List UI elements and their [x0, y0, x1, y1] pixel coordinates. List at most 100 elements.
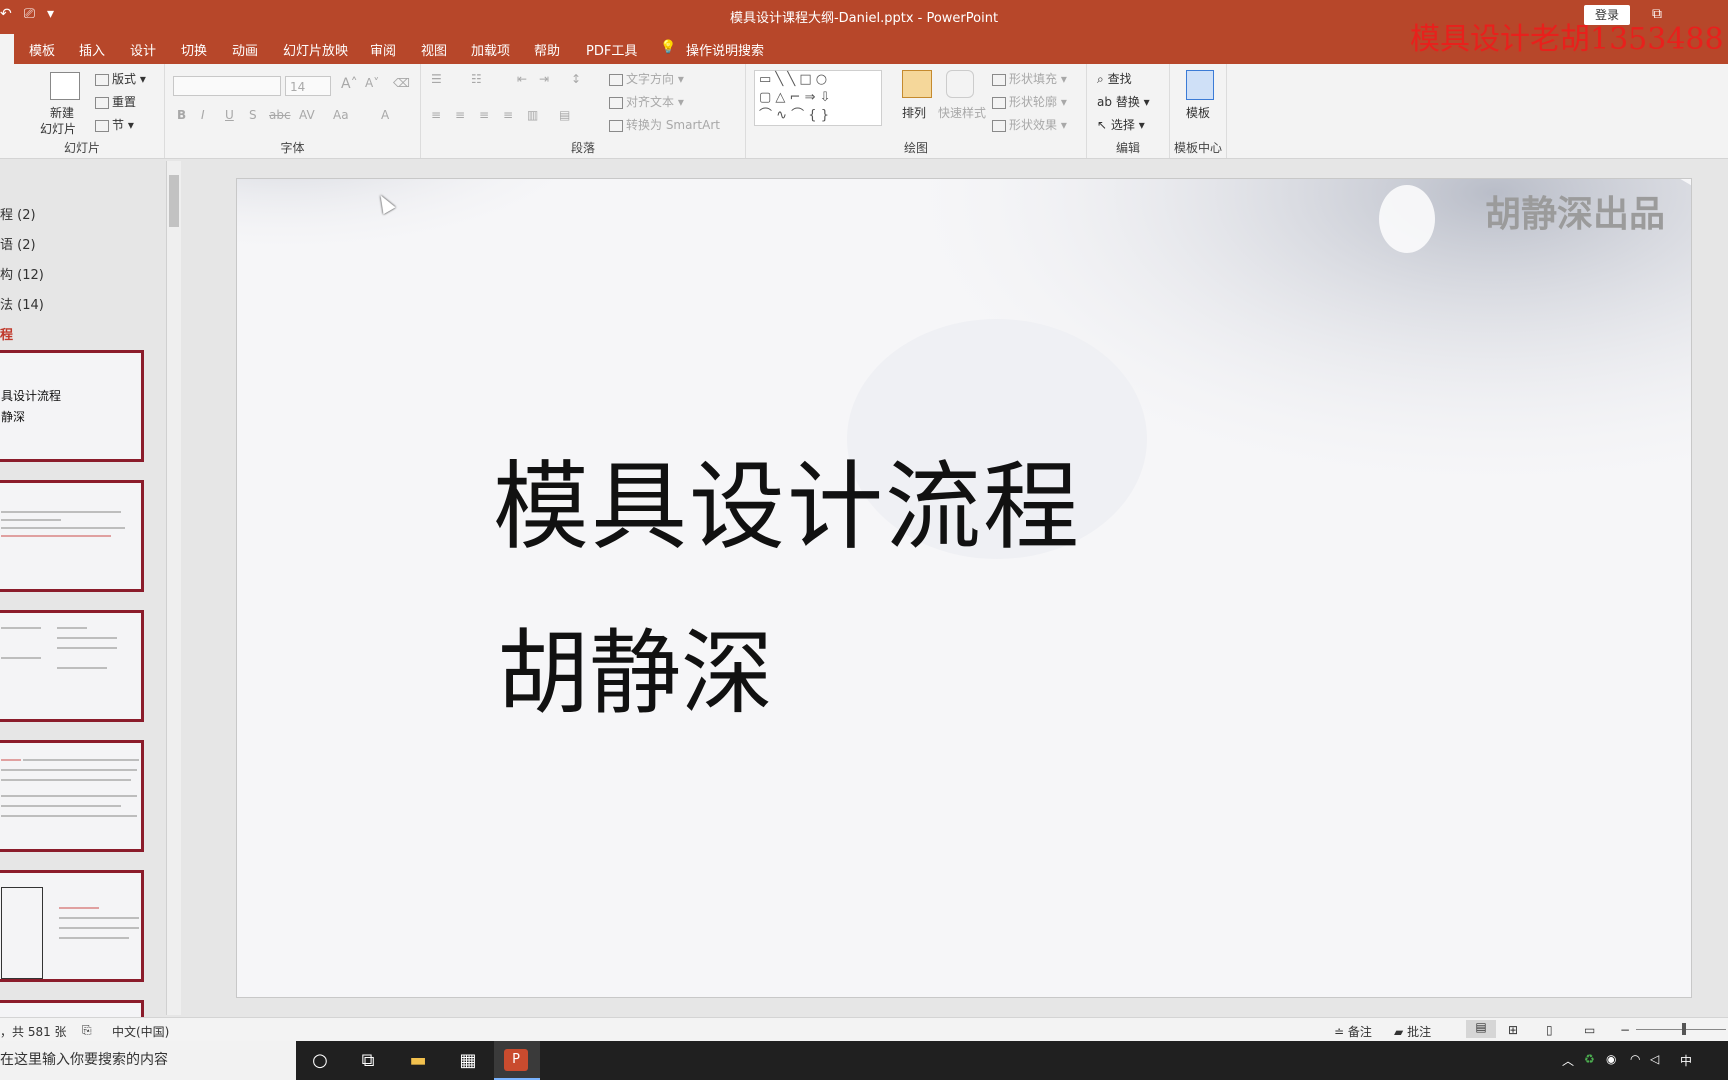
new-slide-button[interactable]: 新建	[50, 104, 74, 121]
layout-button[interactable]: 版式 ▾	[95, 70, 146, 87]
tab-animations[interactable]: 动画	[232, 40, 258, 59]
smartart-button[interactable]: 转换为 SmartArt	[609, 116, 720, 133]
arrange-icon[interactable]	[902, 70, 932, 98]
task-view-icon[interactable]: ⧉	[356, 1049, 380, 1073]
numbering-icon[interactable]: ☷	[471, 72, 482, 86]
underline-icon[interactable]: U	[225, 108, 234, 122]
tab-design[interactable]: 设计	[130, 40, 156, 59]
shrink-font-icon[interactable]: A˅	[365, 76, 379, 90]
char-spacing-icon[interactable]: AV	[299, 108, 315, 122]
font-group-label: 字体	[280, 141, 305, 155]
grow-font-icon[interactable]: A˄	[341, 76, 358, 92]
quick-styles-icon[interactable]	[946, 70, 974, 98]
reset-button[interactable]: 重置	[95, 93, 136, 110]
section-item[interactable]: 法 (14)	[0, 294, 44, 313]
replace-button[interactable]: ab 替换 ▾	[1097, 93, 1150, 110]
volume-icon[interactable]: ◁	[1650, 1052, 1659, 1066]
tab-view[interactable]: 视图	[421, 40, 447, 59]
shadow-icon[interactable]: S	[249, 108, 257, 122]
slide-thumbnail[interactable]: 具设计流程 静深	[0, 350, 144, 462]
slide-sorter-icon[interactable]: ⊞	[1508, 1023, 1518, 1037]
slide-author[interactable]: 胡静深	[497, 599, 773, 732]
section-item[interactable]: 语 (2)	[0, 234, 36, 253]
template-button[interactable]: 模板	[1186, 104, 1210, 121]
increase-indent-icon[interactable]: ⇥	[539, 72, 549, 86]
arrange-button[interactable]: 排列	[902, 104, 926, 121]
network-icon[interactable]: ◠	[1630, 1052, 1640, 1066]
tab-review[interactable]: 审阅	[370, 40, 396, 59]
recycle-icon[interactable]: ♻	[1584, 1052, 1595, 1066]
language-status[interactable]: 中文(中国)	[112, 1023, 169, 1040]
tell-me-search[interactable]: 操作说明搜索	[686, 40, 764, 59]
slide-title[interactable]: 模具设计流程	[493, 429, 1081, 568]
find-button[interactable]: ⌕ 查找	[1097, 70, 1132, 87]
section-item[interactable]: 构 (12)	[0, 264, 44, 283]
tab-pdf-tools[interactable]: PDF工具	[586, 40, 637, 59]
slide-thumbnail[interactable]	[0, 610, 144, 722]
columns-icon[interactable]: ▥	[527, 108, 538, 122]
slideshow-view-icon[interactable]: ▭	[1584, 1023, 1595, 1037]
tab-help[interactable]: 帮助	[534, 40, 560, 59]
align-left-icon[interactable]: ≡	[431, 108, 441, 122]
tab-insert[interactable]: 插入	[79, 40, 105, 59]
file-explorer-icon[interactable]: ▬	[406, 1049, 430, 1073]
comments-button[interactable]: ▰ 批注	[1394, 1023, 1431, 1040]
taskbar-search-input[interactable]: 在这里输入你要搜索的内容	[0, 1041, 296, 1080]
scrollbar-thumb[interactable]	[169, 175, 179, 227]
powerpoint-taskbar-button[interactable]: P	[494, 1041, 540, 1080]
slide-thumbnail[interactable]	[0, 480, 144, 592]
font-name-combo[interactable]	[173, 76, 281, 96]
quick-styles-button[interactable]: 快速样式	[938, 104, 986, 121]
font-size-combo[interactable]: 14	[285, 76, 331, 96]
new-slide-label[interactable]: 幻灯片	[40, 120, 76, 137]
ime-indicator[interactable]: 中	[1680, 1052, 1692, 1069]
shapes-gallery[interactable]: ▭ ╲ ╲ □ ○ ▢ △ ⌐ ⇒ ⇩ ⌒ ∿ ⌒ { }	[754, 70, 882, 126]
bullets-icon[interactable]: ☰	[431, 72, 442, 86]
zoom-out-icon[interactable]: −	[1620, 1023, 1630, 1037]
tab-transitions[interactable]: 切换	[181, 40, 207, 59]
reading-view-icon[interactable]: ▯	[1546, 1023, 1553, 1037]
tab-addins[interactable]: 加载项	[471, 40, 510, 59]
shape-fill-button[interactable]: 形状填充 ▾	[992, 70, 1067, 87]
section-item[interactable]: 程 (2)	[0, 204, 36, 223]
section-button[interactable]: 节 ▾	[95, 116, 134, 133]
template-icon[interactable]	[1186, 70, 1214, 100]
distribute-icon[interactable]: ▤	[559, 108, 570, 122]
line-spacing-icon[interactable]: ↕	[571, 72, 581, 86]
tray-chevron-icon[interactable]: ︿	[1562, 1052, 1574, 1069]
tab-template[interactable]: 模板	[29, 40, 55, 59]
normal-view-icon[interactable]: ▤	[1466, 1020, 1496, 1038]
align-center-icon[interactable]: ≡	[455, 108, 465, 122]
italic-icon[interactable]: I	[201, 108, 205, 122]
calculator-icon[interactable]: ▦	[456, 1049, 480, 1073]
justify-icon[interactable]: ≡	[503, 108, 513, 122]
cortana-icon[interactable]: ○	[308, 1049, 332, 1073]
font-color-icon[interactable]: A	[381, 108, 389, 122]
select-button[interactable]: ↖ 选择 ▾	[1097, 116, 1145, 133]
bold-icon[interactable]: B	[177, 108, 186, 122]
decrease-indent-icon[interactable]: ⇤	[517, 72, 527, 86]
align-text-button[interactable]: 对齐文本 ▾	[609, 93, 684, 110]
text-direction-button[interactable]: 文字方向 ▾	[609, 70, 684, 87]
qq-icon[interactable]: ◉	[1606, 1052, 1616, 1066]
shape-outline-button[interactable]: 形状轮廓 ▾	[992, 93, 1067, 110]
slide-canvas[interactable]: 胡静深出品 模具设计流程 胡静深	[236, 178, 1692, 998]
smartart-label: 转换为 SmartArt	[626, 118, 720, 132]
change-case-icon[interactable]: Aa	[333, 108, 349, 122]
shape-effects-button[interactable]: 形状效果 ▾	[992, 116, 1067, 133]
accessibility-icon[interactable]: ⎘	[82, 1023, 92, 1038]
tab-file[interactable]	[0, 34, 14, 64]
strikethrough-icon[interactable]: abc	[269, 108, 291, 122]
slide-thumbnail[interactable]	[0, 740, 144, 852]
notes-button[interactable]: ≐ 备注	[1334, 1023, 1372, 1040]
zoom-slider[interactable]	[1636, 1029, 1726, 1030]
tab-slideshow[interactable]: 幻灯片放映	[283, 40, 348, 59]
zoom-slider-thumb[interactable]	[1682, 1023, 1686, 1035]
slide-thumbnail[interactable]	[0, 870, 144, 982]
clear-format-icon[interactable]: ⌫	[393, 76, 410, 90]
align-right-icon[interactable]: ≡	[479, 108, 489, 122]
new-slide-icon[interactable]	[50, 72, 80, 100]
section-item-current[interactable]: 程	[0, 324, 13, 343]
thumbnail-scrollbar[interactable]	[166, 161, 181, 1015]
thumbnail-title: 具设计流程	[1, 389, 62, 403]
